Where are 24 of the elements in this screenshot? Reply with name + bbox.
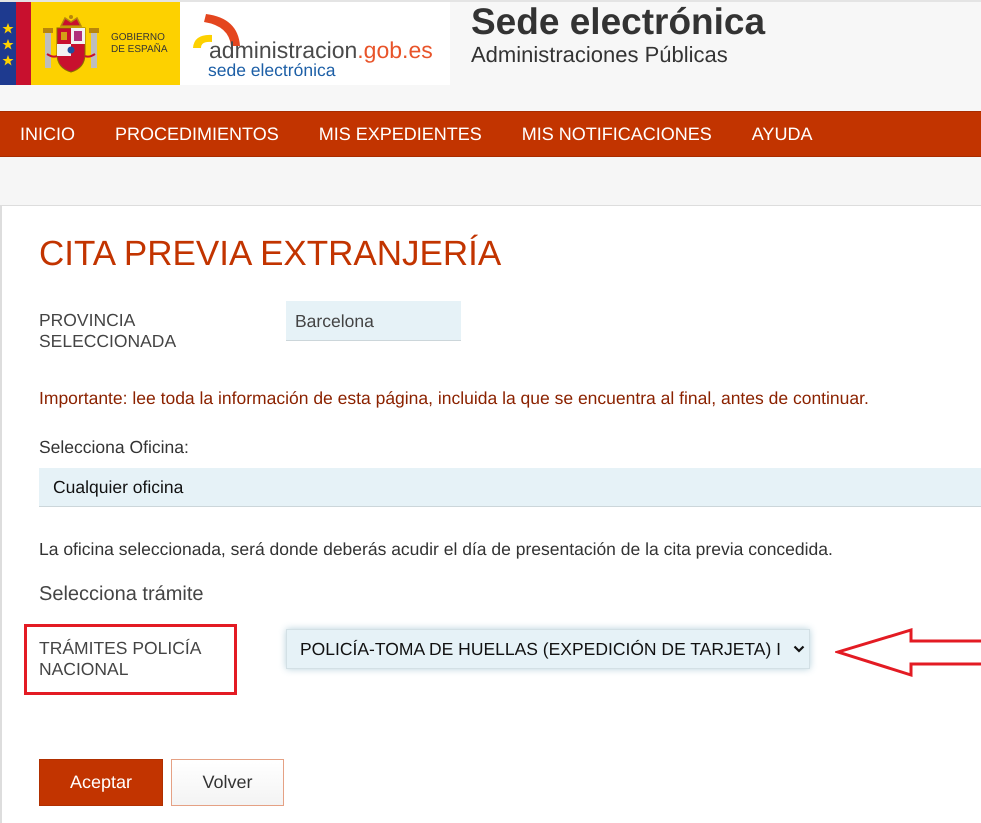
site-title: Sede electrónica bbox=[471, 2, 766, 42]
logo-name: administracion.gob.es bbox=[209, 38, 433, 62]
nav-link[interactable]: MIS EXPEDIENTES bbox=[298, 112, 502, 156]
field-label: Selecciona Oficina: bbox=[39, 436, 190, 458]
nav-link[interactable]: MIS NOTIFICACIONES bbox=[502, 112, 732, 156]
procedure-select[interactable]: POLICÍA-TOMA DE HUELLAS (EXPEDICIÓN DE TARJETA) I bbox=[286, 629, 810, 669]
accept-button[interactable]: Aceptar bbox=[39, 759, 163, 806]
logo-text: GOBIERNO DE ESPAÑA bbox=[111, 32, 168, 56]
province-field: Barcelona bbox=[286, 301, 461, 341]
field-label: PROVINCIA SELECCIONADA bbox=[39, 310, 178, 352]
office-select[interactable]: Cualquier oficina bbox=[39, 468, 981, 507]
back-button[interactable]: Volver bbox=[171, 759, 284, 806]
nav-link[interactable]: AYUDA bbox=[732, 112, 832, 156]
notice-text: Importante: lee toda la información de esta página, incluida la que se encuentra al final, antes de continuar. bbox=[39, 387, 870, 409]
coat-of-arms-icon bbox=[43, 14, 99, 74]
logo-subtitle: sede electrónica bbox=[208, 61, 336, 79]
hint-text: La oficina seleccionada, será donde deberás acudir el día de presentación de la cita previa concedida. bbox=[39, 538, 834, 560]
caret-icon bbox=[793, 645, 805, 653]
nav-link[interactable]: PROCEDIMIENTOS bbox=[95, 112, 299, 156]
page-title: CITA PREVIA EXTRANJERÍA bbox=[39, 234, 502, 274]
nav-link[interactable]: INICIO bbox=[0, 112, 96, 156]
field-label: TRÁMITES POLICÍA NACIONAL bbox=[39, 638, 202, 680]
site-subtitle: Administraciones Públicas bbox=[471, 42, 729, 68]
section-heading: Selecciona trámite bbox=[39, 582, 205, 606]
